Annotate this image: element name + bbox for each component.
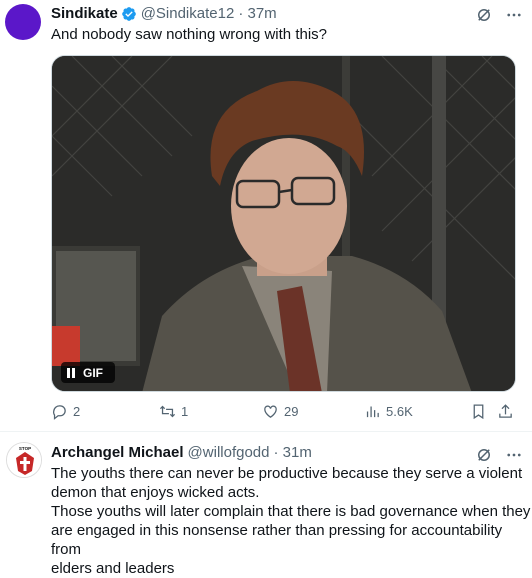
author-handle[interactable]: @willofgodd <box>188 443 270 463</box>
tweet-text-line: The youths there can never be productive… <box>51 465 523 482</box>
tweet-text: The youths there can never be productive… <box>51 464 532 578</box>
repost-icon <box>159 405 176 418</box>
timestamp[interactable]: · 31m <box>273 443 311 463</box>
tweet-text: And nobody saw nothing wrong with this? <box>51 26 328 43</box>
views-button[interactable]: 5.6K <box>364 403 413 420</box>
tweet-text-line: Those youths will later complain that th… <box>51 503 531 520</box>
analytics-icon <box>366 406 379 418</box>
svg-text:STOP: STOP <box>19 446 31 451</box>
share-button[interactable] <box>497 403 514 420</box>
bookmark-icon <box>473 404 484 420</box>
tweet-corner-actions <box>475 446 523 464</box>
author-name[interactable]: Archangel Michael <box>51 443 184 463</box>
reply-icon <box>53 405 66 420</box>
gif-frame-image <box>52 56 515 391</box>
heart-icon <box>264 405 277 418</box>
gif-label: GIF <box>83 365 103 380</box>
more-options-icon[interactable] <box>505 446 523 464</box>
tweet-text-line: elders and leaders <box>51 560 175 577</box>
tweet-header: Sindikate @Sindikate12 · 37m <box>51 4 277 24</box>
grok-icon[interactable] <box>475 446 493 464</box>
bookmark-button[interactable] <box>470 403 487 420</box>
reply-button[interactable]: 2 <box>51 403 80 420</box>
pause-icon[interactable] <box>67 367 75 378</box>
tweet-corner-actions <box>475 6 523 24</box>
tweet-text-line: are engaged in this nonsense rather than… <box>51 522 503 558</box>
author-name[interactable]: Sindikate <box>51 4 118 24</box>
tweet-header: Archangel Michael @willofgodd · 31m <box>51 443 312 463</box>
author-handle[interactable]: @Sindikate12 <box>141 4 235 24</box>
share-icon <box>499 404 512 418</box>
repost-button[interactable]: 1 <box>159 403 188 420</box>
avatar[interactable] <box>5 4 41 40</box>
view-count: 5.6K <box>386 404 413 419</box>
reply-count: 2 <box>73 404 81 419</box>
tweet-text-line: demon that enjoys wicked acts. <box>51 484 260 501</box>
stop-genocide-logo: STOP <box>7 443 41 477</box>
tweet-actions: 2 1 29 5.6K <box>51 403 519 423</box>
repost-count: 1 <box>181 404 189 419</box>
more-options-icon[interactable] <box>505 6 523 24</box>
timestamp[interactable]: · 37m <box>238 4 276 24</box>
grok-icon[interactable] <box>475 6 493 24</box>
like-button[interactable]: 29 <box>262 403 298 420</box>
tweet[interactable]: Sindikate @Sindikate12 · 37m And nobody … <box>0 0 532 432</box>
avatar[interactable]: STOP <box>6 442 42 478</box>
like-count: 29 <box>284 404 299 419</box>
verified-badge-icon <box>121 7 136 21</box>
gif-media[interactable]: GIF <box>51 55 516 392</box>
gif-badge[interactable]: GIF <box>61 362 115 383</box>
